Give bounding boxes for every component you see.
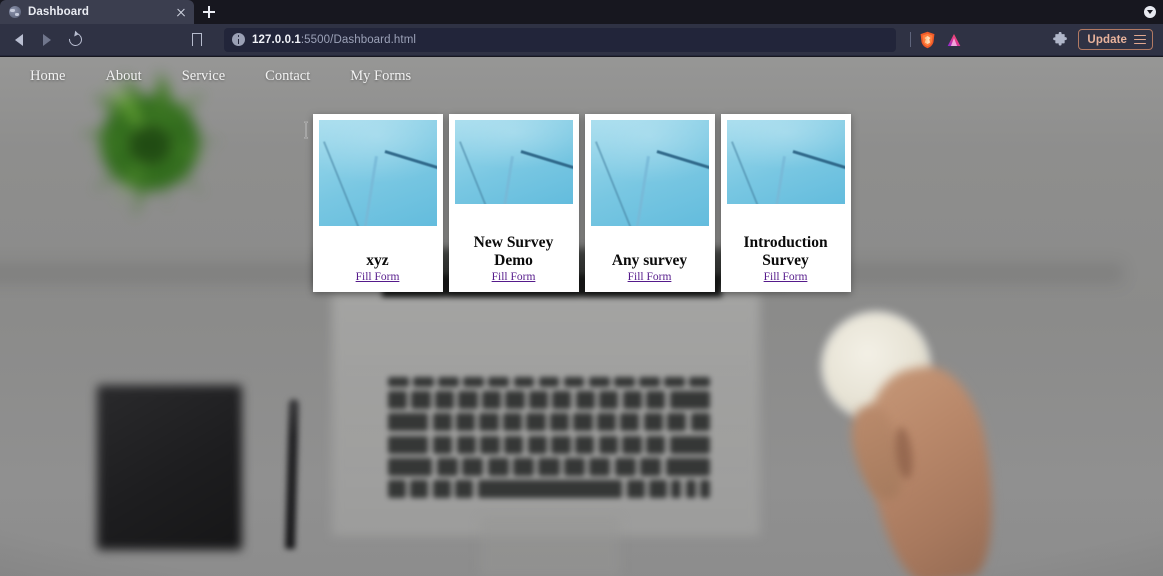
survey-card[interactable]: Any survey Fill Form	[584, 114, 715, 292]
new-tab-button[interactable]	[194, 0, 224, 24]
fill-form-link[interactable]: Fill Form	[764, 271, 808, 283]
tab-strip-spacer	[224, 0, 1137, 24]
address-bar[interactable]: 127.0.0.1:5500/Dashboard.html	[224, 27, 897, 52]
laptop-trackpad-image	[480, 517, 620, 576]
survey-card-body: New Survey Demo Fill Form	[454, 204, 573, 286]
pen-image	[285, 398, 299, 550]
fill-form-link[interactable]: Fill Form	[628, 271, 672, 283]
info-circle-icon[interactable]	[232, 33, 245, 46]
browser-tab-dashboard[interactable]: Dashboard	[0, 0, 194, 24]
survey-card-body: xyz Fill Form	[318, 226, 437, 286]
close-icon[interactable]	[173, 5, 188, 20]
arrow-left-icon	[15, 33, 23, 46]
bookmark-icon	[191, 33, 204, 51]
bookmark-button[interactable]	[184, 27, 210, 53]
survey-thumbnail-image	[590, 120, 709, 226]
browser-toolbar: 127.0.0.1:5500/Dashboard.html Update	[0, 24, 1163, 56]
avatar-icon	[1144, 6, 1156, 18]
tab-title: Dashboard	[28, 6, 89, 18]
survey-card[interactable]: xyz Fill Form	[312, 114, 443, 292]
laptop-keyboard-image	[388, 377, 711, 505]
fill-form-link[interactable]: Fill Form	[492, 271, 536, 283]
profile-avatar[interactable]	[1137, 0, 1163, 24]
survey-card-title: Introduction Survey	[743, 234, 828, 269]
survey-thumbnail-image	[454, 120, 573, 204]
reload-button[interactable]	[62, 27, 88, 53]
brave-rewards-triangle-icon[interactable]	[946, 32, 962, 48]
back-button[interactable]	[6, 27, 32, 53]
hamburger-menu-icon[interactable]	[1134, 34, 1146, 45]
nav-item-home[interactable]: Home	[10, 68, 85, 85]
survey-card-title: New Survey Demo	[473, 234, 554, 269]
page-viewport: Home About Service Contact My Forms xyz …	[0, 57, 1163, 576]
url-path: :5500/Dashboard.html	[300, 33, 417, 46]
survey-card-list: xyz Fill Form New Survey Demo Fill Form	[0, 114, 1163, 292]
nav-item-my-forms[interactable]: My Forms	[330, 68, 431, 85]
url-text: 127.0.0.1:5500/Dashboard.html	[252, 34, 416, 46]
survey-thumbnail-image	[318, 120, 437, 226]
forward-button[interactable]	[34, 27, 60, 53]
toolbar-divider	[910, 32, 912, 47]
fill-form-link[interactable]: Fill Form	[356, 271, 400, 283]
survey-card[interactable]: New Survey Demo Fill Form	[448, 114, 579, 292]
tab-strip: Dashboard	[0, 0, 1163, 24]
browser-window: Dashboard 127.0.0.1:5500/Dashboard.html	[0, 0, 1163, 576]
notebook-image	[97, 385, 242, 550]
site-navbar: Home About Service Contact My Forms	[0, 57, 1163, 95]
survey-card[interactable]: Introduction Survey Fill Form	[720, 114, 851, 292]
survey-card-body: Introduction Survey Fill Form	[726, 204, 845, 286]
survey-thumbnail-image	[726, 120, 845, 204]
arrow-right-icon	[43, 33, 51, 46]
url-host: 127.0.0.1	[252, 33, 301, 46]
puzzle-piece-icon[interactable]	[1052, 31, 1068, 48]
update-label: Update	[1087, 33, 1127, 46]
survey-card-body: Any survey Fill Form	[590, 226, 709, 286]
globe-icon	[9, 6, 21, 18]
nav-item-service[interactable]: Service	[162, 68, 245, 85]
survey-card-title: xyz	[366, 251, 389, 269]
nav-item-contact[interactable]: Contact	[245, 68, 330, 85]
update-button[interactable]: Update	[1078, 29, 1153, 50]
nav-item-about[interactable]: About	[85, 68, 161, 85]
brave-shields-icon[interactable]	[919, 31, 936, 49]
survey-card-title: Any survey	[611, 251, 688, 269]
reload-icon	[65, 30, 85, 49]
